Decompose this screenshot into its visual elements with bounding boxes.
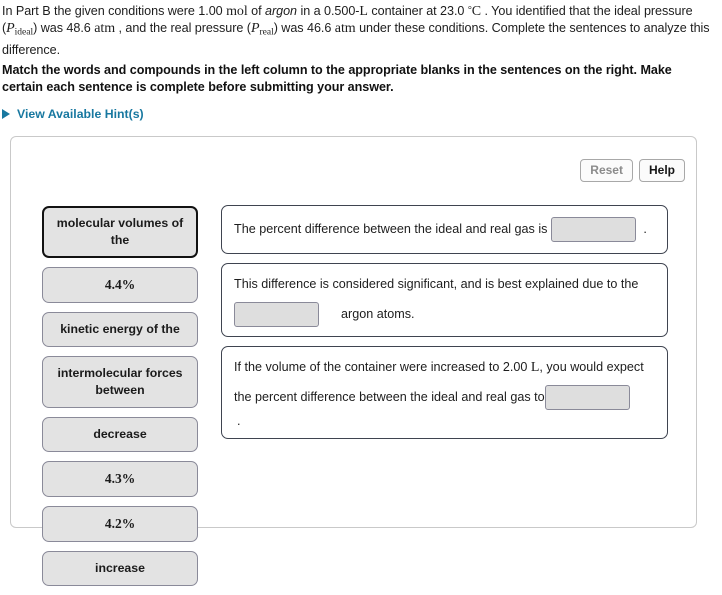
answer-tile-kinetic-energy[interactable]: kinetic energy of the xyxy=(42,312,198,347)
problem-text-part-6: ) was 48.6 xyxy=(33,21,95,36)
unit-atm-ideal: atm xyxy=(94,21,116,37)
answer-tile-increase[interactable]: increase xyxy=(42,551,198,586)
problem-text-part-1: In Part B the given conditions were 1.00 xyxy=(2,3,227,18)
problem-text-part-8: ) was 46.6 xyxy=(273,21,335,36)
unit-celsius: C xyxy=(471,3,482,19)
sentence-list: The percent difference between the ideal… xyxy=(221,205,668,448)
sentence-line: If the volume of the container were incr… xyxy=(234,355,656,379)
sentence-3-period: . xyxy=(237,414,241,428)
sentence-2-blank[interactable] xyxy=(234,302,319,327)
sentence-3-blank[interactable] xyxy=(544,385,630,410)
sentence-box-3: If the volume of the container were incr… xyxy=(221,346,668,439)
match-instructions: Match the words and compounds in the lef… xyxy=(2,63,672,94)
answer-tile-4-4-percent[interactable]: 4.4% xyxy=(42,267,198,303)
exercise-page: In Part B the given conditions were 1.00… xyxy=(0,0,722,586)
problem-text-part-2: of xyxy=(247,3,266,18)
sentence-1-period: . xyxy=(643,222,647,236)
problem-text-part-3: in a 0.500- xyxy=(297,3,360,18)
sentence-3-text-line1b: , you would expect xyxy=(539,359,644,374)
unit-liter: L xyxy=(359,3,368,19)
sentence-1-text: The percent difference between the ideal… xyxy=(234,222,548,236)
answer-tile-label: 4.4% xyxy=(104,277,136,292)
sentence-line: The percent difference between the ideal… xyxy=(234,215,656,244)
answer-tile-intermolecular-forces[interactable]: intermolecular forces between xyxy=(42,356,198,408)
panel-toolbar: Reset Help xyxy=(580,159,685,182)
sentence-line: the percent difference between the ideal… xyxy=(234,383,656,431)
sentence-line: argon atoms. xyxy=(234,300,656,329)
sentence-box-2: This difference is considered significan… xyxy=(221,263,668,337)
triangle-right-icon xyxy=(2,109,10,119)
sentence-1-blank[interactable] xyxy=(551,217,637,242)
view-hints-label: View Available Hint(s) xyxy=(17,107,144,121)
answer-tile-label: 4.3% xyxy=(104,471,136,486)
answer-tile-molecular-volumes[interactable]: molecular volumes of the xyxy=(42,206,198,258)
view-hints-link[interactable]: View Available Hint(s) xyxy=(2,107,144,121)
sentence-2-text-line1: This difference is considered significan… xyxy=(234,276,639,291)
problem-text-part-4: container at 23.0 xyxy=(367,3,468,18)
sentence-2-text-line2: argon atoms. xyxy=(341,307,415,321)
answer-panel: Reset Help molecular volumes of the 4.4%… xyxy=(10,136,697,586)
answer-tile-4-3-percent[interactable]: 4.3% xyxy=(42,461,198,497)
sentence-3-text-line2: the percent difference between the ideal… xyxy=(234,390,545,404)
substance-name: argon xyxy=(265,3,297,18)
problem-text-part-7: , and the real pressure ( xyxy=(115,21,251,36)
answer-tile-bank: molecular volumes of the 4.4% kinetic en… xyxy=(42,206,198,595)
sentence-box-1: The percent difference between the ideal… xyxy=(221,205,668,254)
answer-tile-decrease[interactable]: decrease xyxy=(42,417,198,452)
variable-p-ideal: P xyxy=(6,21,15,37)
sentence-3-text-line1a: If the volume of the container were incr… xyxy=(234,359,531,374)
answer-tile-4-2-percent[interactable]: 4.2% xyxy=(42,506,198,542)
reset-button[interactable]: Reset xyxy=(580,159,633,182)
sentence-line: This difference is considered significan… xyxy=(234,272,656,296)
subscript-real: real xyxy=(259,27,274,38)
problem-statement: In Part B the given conditions were 1.00… xyxy=(2,2,714,60)
sentence-3-unit-liter: L xyxy=(530,359,540,375)
unit-atm-real: atm xyxy=(334,21,356,37)
help-button[interactable]: Help xyxy=(638,159,685,182)
unit-mol: mol xyxy=(226,3,248,19)
subscript-ideal: ideal xyxy=(14,27,34,38)
